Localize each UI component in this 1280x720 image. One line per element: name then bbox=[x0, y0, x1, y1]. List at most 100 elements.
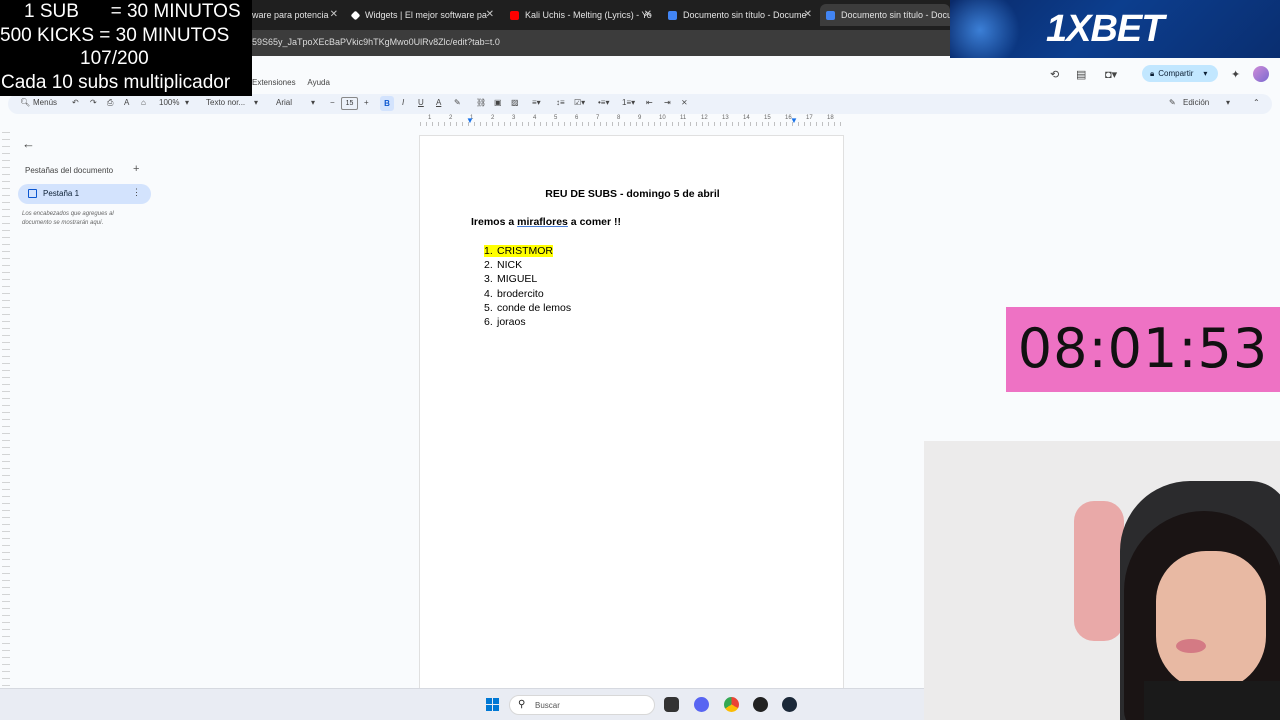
sponsor-logo: 1XBET bbox=[1046, 8, 1164, 50]
discord-icon[interactable] bbox=[694, 697, 709, 712]
comment-icon[interactable]: ▣ bbox=[494, 98, 502, 107]
font-size-input[interactable]: 15 bbox=[341, 97, 358, 110]
list-text: conde de lemos bbox=[497, 301, 572, 314]
browser-tab-active[interactable]: Documento sin título - Docum bbox=[820, 4, 950, 26]
share-label: Compartir bbox=[1158, 69, 1194, 78]
widgets-favicon-icon bbox=[350, 10, 361, 20]
horizontal-ruler[interactable]: 1 2 1 2 3 4 5 6 7 8 9 10 11 12 13 14 15 16 17 18 ▼ ▼ bbox=[420, 115, 842, 127]
highlight-icon[interactable]: ✎ bbox=[454, 98, 461, 107]
ruler-number: 11 bbox=[680, 115, 687, 121]
close-icon[interactable]: ✕ bbox=[804, 9, 812, 20]
list-item[interactable]: 3. MIGUEL bbox=[484, 272, 571, 286]
chrome-icon[interactable] bbox=[724, 697, 739, 712]
font-select[interactable]: Arial bbox=[276, 98, 292, 107]
line-spacing-icon[interactable]: ↕≡ bbox=[556, 98, 565, 107]
ruler-number: 1 bbox=[428, 115, 432, 121]
meet-icon[interactable]: ◘▾ bbox=[1105, 68, 1117, 81]
list-number: 1. bbox=[484, 245, 493, 257]
italic-button[interactable]: I bbox=[402, 98, 404, 107]
document-tab-item[interactable]: Pestaña 1 ⋮ bbox=[18, 184, 151, 204]
undo-icon[interactable]: ↶ bbox=[72, 98, 79, 107]
avatar[interactable] bbox=[1253, 66, 1269, 82]
gemini-icon[interactable]: ✦ bbox=[1231, 68, 1240, 81]
image-icon[interactable]: ▨ bbox=[511, 98, 519, 107]
paint-format-icon[interactable]: ⌂ bbox=[141, 98, 146, 107]
style-select[interactable]: Texto nor... bbox=[206, 98, 245, 107]
list-item[interactable]: 4. brodercito bbox=[484, 287, 571, 301]
numbered-list: 1. CRISTMOR 2. NICK 3. MIGUEL 4. brodercito … bbox=[484, 244, 571, 329]
list-item[interactable]: 1. CRISTMOR bbox=[484, 244, 571, 258]
ruler-ticks bbox=[420, 122, 842, 126]
chevron-down-icon[interactable]: ▾ bbox=[1203, 69, 1207, 78]
spellcheck-icon[interactable]: A bbox=[124, 98, 129, 107]
decrease-font-icon[interactable]: − bbox=[330, 98, 335, 107]
document-subtitle[interactable]: Iremos a miraflores a comer !! bbox=[471, 216, 621, 228]
obs-icon[interactable] bbox=[753, 697, 768, 712]
numbered-list-icon[interactable]: 1≡▾ bbox=[622, 98, 635, 107]
url-text[interactable]: 59S65y_JaTpoXEcBaPVkic9hTKgMwo0UlRv8Zlc/… bbox=[252, 37, 500, 47]
browser-tab[interactable]: Documento sin título - Docume ✕ bbox=[664, 4, 816, 26]
chevron-down-icon[interactable]: ▾ bbox=[254, 98, 258, 107]
align-icon[interactable]: ≡▾ bbox=[532, 98, 541, 107]
right-indent-marker-icon[interactable]: ▼ bbox=[790, 116, 798, 125]
tab-title: Documento sin título - Docume bbox=[683, 10, 807, 20]
link-icon[interactable]: ⛓ bbox=[476, 98, 486, 107]
list-text: joraos bbox=[497, 315, 526, 328]
indent-marker-icon[interactable]: ▼ bbox=[466, 116, 474, 125]
browser-tab[interactable]: ware para potencia ✕ bbox=[252, 4, 342, 26]
menu-item-extensions[interactable]: Extensiones bbox=[252, 78, 296, 87]
document-tab-icon bbox=[28, 189, 37, 198]
print-icon[interactable]: ⎙ bbox=[107, 98, 113, 108]
taskview-icon[interactable] bbox=[664, 697, 679, 712]
subtitle-spellcheck-word[interactable]: miraflores bbox=[517, 216, 568, 228]
checklist-icon[interactable]: ☑▾ bbox=[574, 98, 585, 107]
text-color-button[interactable]: A bbox=[436, 98, 441, 107]
list-item[interactable]: 5. conde de lemos bbox=[484, 301, 571, 315]
comments-icon[interactable]: ▤ bbox=[1076, 68, 1086, 81]
search-icon: ⚲ bbox=[518, 699, 526, 710]
bullet-list-icon[interactable]: •≡▾ bbox=[598, 98, 609, 107]
zoom-select[interactable]: 100% bbox=[159, 98, 179, 107]
windows-start-icon[interactable] bbox=[486, 698, 500, 712]
redo-icon[interactable]: ↷ bbox=[90, 98, 97, 107]
more-options-icon[interactable]: ⋮ bbox=[132, 187, 141, 198]
chevron-down-icon[interactable]: ▾ bbox=[1226, 98, 1230, 107]
chevron-down-icon[interactable]: ▾ bbox=[185, 98, 189, 107]
increase-font-icon[interactable]: + bbox=[364, 98, 369, 107]
chevron-down-icon[interactable]: ▾ bbox=[311, 98, 315, 107]
close-icon[interactable]: ✕ bbox=[644, 9, 652, 20]
increase-indent-icon[interactable]: ⇥ bbox=[664, 98, 671, 107]
document-tab-label: Pestaña 1 bbox=[43, 189, 80, 198]
browser-tab[interactable]: Widgets | El mejor software pa ✕ bbox=[348, 4, 498, 26]
history-icon[interactable]: ⟲ bbox=[1050, 68, 1059, 81]
lock-icon: 🔒︎ bbox=[1150, 68, 1155, 78]
document-page[interactable]: REU DE SUBS - domingo 5 de abril Iremos … bbox=[419, 135, 844, 695]
close-icon[interactable]: ✕ bbox=[330, 9, 338, 20]
browser-tab[interactable]: Kali Uchis - Melting (Lyrics) - Yo ✕ bbox=[506, 4, 656, 26]
list-text: MIGUEL bbox=[497, 273, 538, 286]
menus-search[interactable]: Menús bbox=[33, 98, 57, 107]
decrease-indent-icon[interactable]: ⇤ bbox=[646, 98, 653, 107]
taskbar-search[interactable]: ⚲ Buscar bbox=[509, 695, 655, 715]
list-item[interactable]: 2. NICK bbox=[484, 258, 571, 272]
list-item[interactable]: 6. joraos bbox=[484, 315, 571, 329]
ruler-number: 8 bbox=[617, 115, 621, 121]
add-tab-icon[interactable]: + bbox=[133, 163, 139, 175]
collapse-toolbar-icon[interactable]: ⌃ bbox=[1253, 98, 1260, 107]
clear-format-icon[interactable]: ⨯ bbox=[681, 98, 688, 107]
menu-item-help[interactable]: Ayuda bbox=[307, 78, 330, 87]
close-icon[interactable]: ✕ bbox=[486, 9, 494, 20]
underline-button[interactable]: U bbox=[418, 98, 424, 107]
share-button[interactable]: 🔒︎ Compartir ▾ bbox=[1142, 65, 1218, 82]
subtitle-text: a comer !! bbox=[567, 216, 621, 228]
sub-goal-counter: 107/200 bbox=[80, 48, 149, 69]
bold-button[interactable]: B bbox=[380, 96, 394, 111]
subtitle-text: Iremos a bbox=[471, 216, 518, 228]
document-title[interactable]: REU DE SUBS - domingo 5 de abril bbox=[420, 188, 843, 200]
windows-taskbar: ⚲ Buscar bbox=[0, 688, 924, 720]
steam-icon[interactable] bbox=[782, 697, 797, 712]
tab-title: Kali Uchis - Melting (Lyrics) - Yo bbox=[525, 10, 652, 20]
back-arrow-icon[interactable]: ← bbox=[22, 136, 35, 151]
search-menus-icon[interactable]: 🔍︎ bbox=[20, 98, 30, 107]
edit-mode-select[interactable]: Edición bbox=[1183, 98, 1209, 107]
